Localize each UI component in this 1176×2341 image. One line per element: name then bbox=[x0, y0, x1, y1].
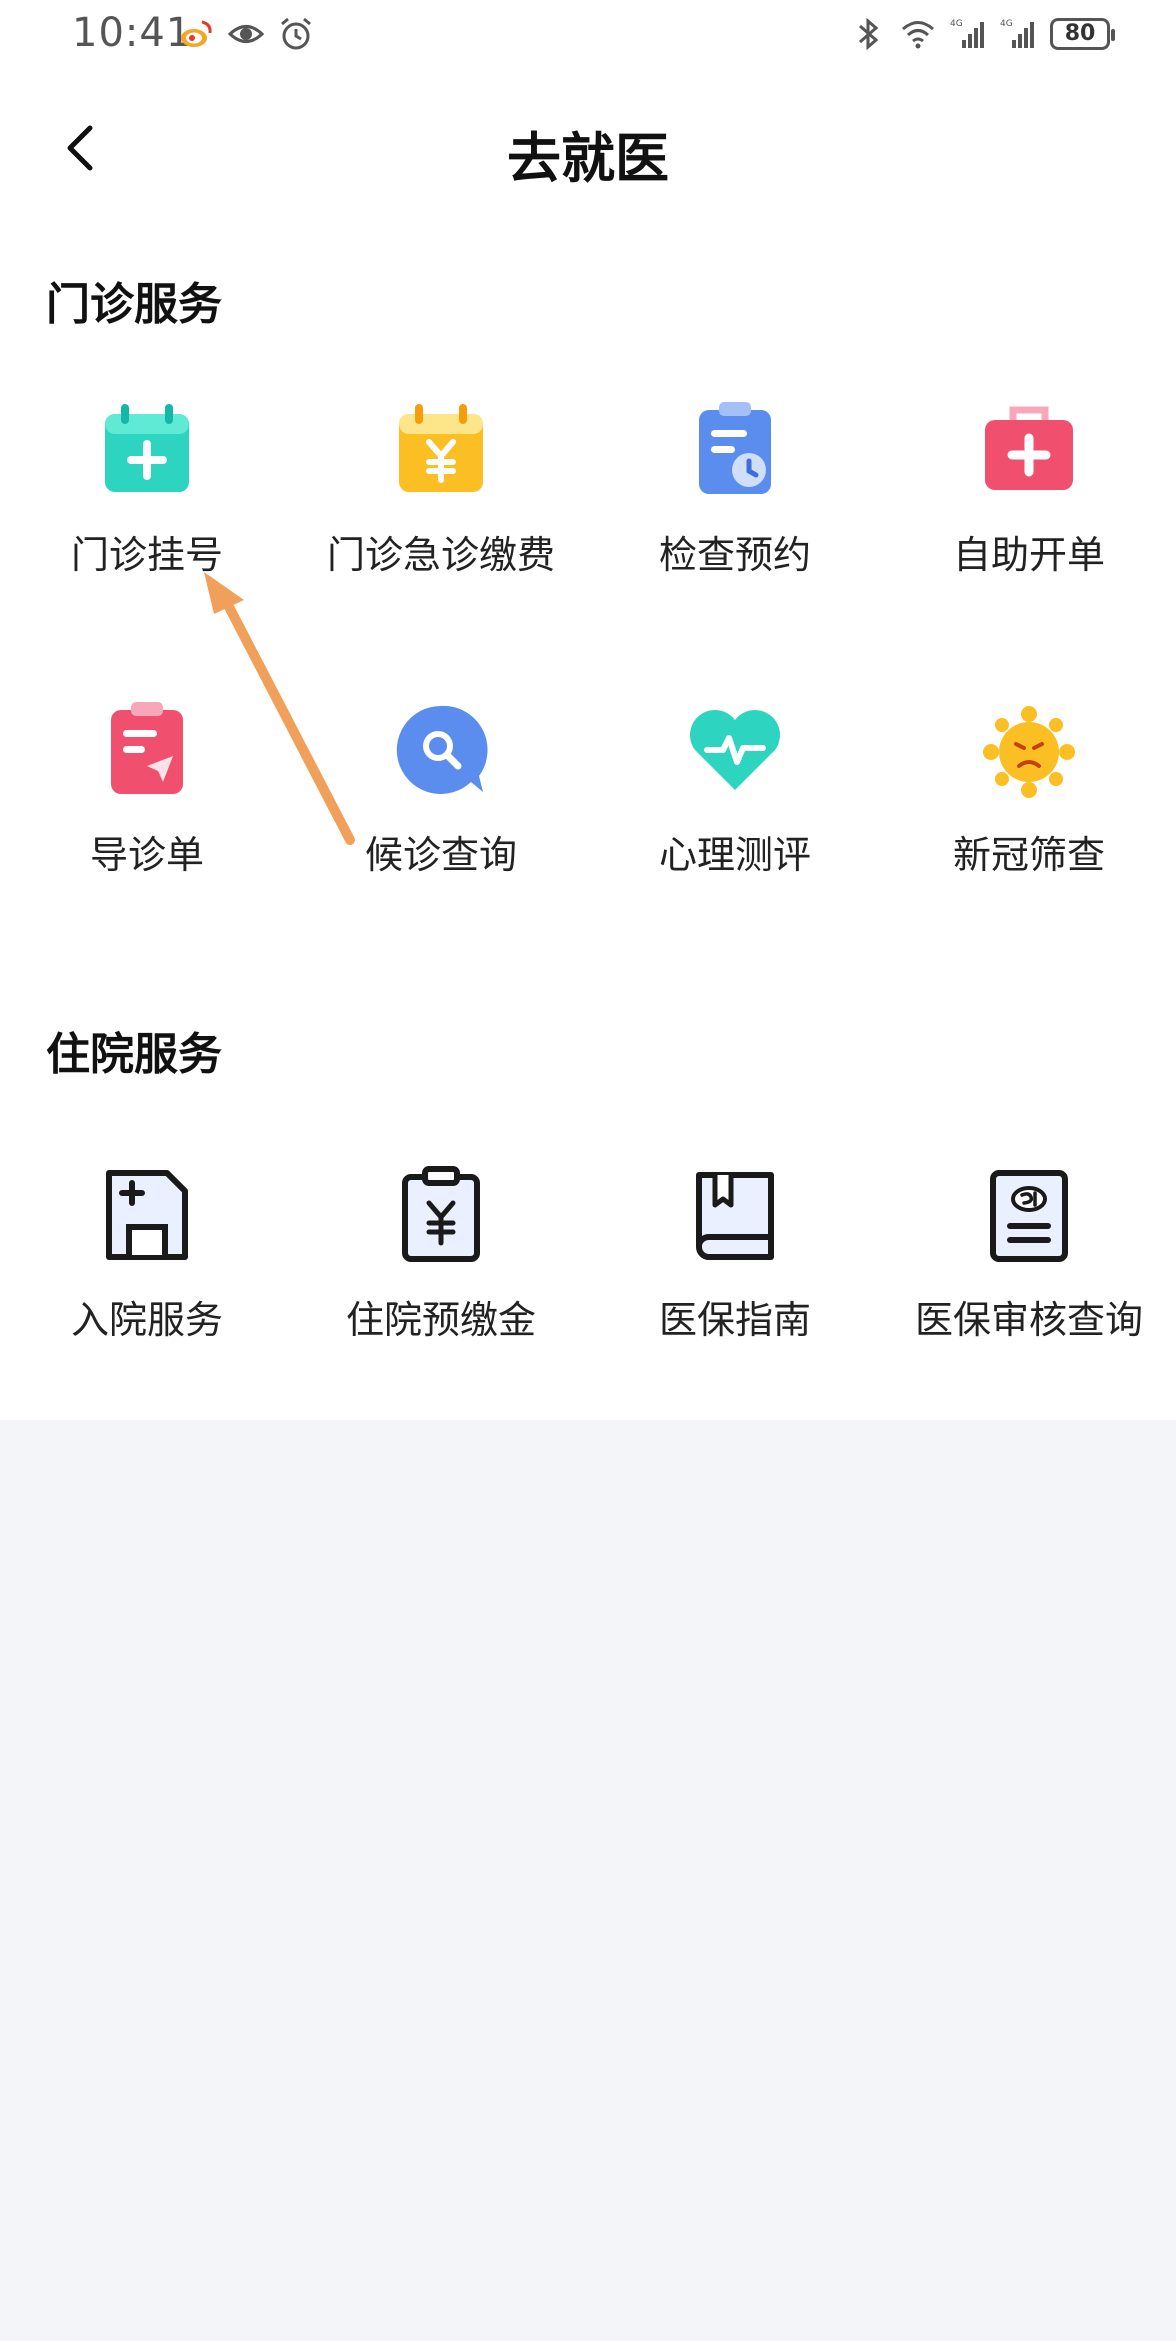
heart-pulse-icon bbox=[690, 710, 780, 790]
signal-4g-icon: 4G bbox=[950, 19, 984, 48]
grid-item-label: 门诊挂号 bbox=[70, 533, 223, 577]
grid-item-self-order[interactable]: 自助开单 bbox=[882, 400, 1176, 579]
grid-item-label: 入院服务 bbox=[70, 1298, 223, 1342]
clipboard-yuan-icon bbox=[402, 1166, 480, 1262]
grid-item-insurance-review[interactable]: 医保审核查询 bbox=[882, 1165, 1176, 1344]
signal-4g-icon: 4G bbox=[1000, 19, 1034, 48]
status-time: 10:41 bbox=[72, 10, 193, 56]
bluetooth-icon bbox=[859, 17, 879, 51]
grid-item-admission[interactable]: 入院服务 bbox=[0, 1165, 294, 1344]
grid-item-covid-screening[interactable]: 新冠筛查 bbox=[882, 700, 1176, 879]
grid-item-label: 住院预缴金 bbox=[345, 1298, 536, 1342]
grid-item-registration[interactable]: 门诊挂号 bbox=[0, 400, 294, 579]
alarm-icon bbox=[281, 17, 311, 50]
calendar-yuan-icon bbox=[399, 404, 483, 492]
clipboard-clock-icon bbox=[699, 402, 771, 494]
grid-item-psych-assessment[interactable]: 心理测评 bbox=[588, 700, 882, 879]
page-title: 去就医 bbox=[507, 127, 669, 190]
grid-item-label: 检查预约 bbox=[658, 533, 811, 577]
eye-icon bbox=[228, 25, 264, 43]
grid-item-waiting-query[interactable]: 候诊查询 bbox=[294, 700, 588, 879]
insurance-card-icon bbox=[990, 1170, 1068, 1262]
clipboard-send-icon bbox=[111, 702, 183, 794]
status-bar: 10:41 4G 4G 80 bbox=[0, 0, 1176, 72]
grid-item-label: 导诊单 bbox=[89, 833, 204, 877]
grid-item-label: 候诊查询 bbox=[364, 833, 517, 877]
grid-item-exam-booking[interactable]: 检查预约 bbox=[588, 400, 882, 579]
calendar-plus-icon bbox=[105, 404, 189, 492]
medical-kit-icon bbox=[985, 406, 1073, 490]
wifi-icon bbox=[902, 21, 934, 49]
guide-book-icon bbox=[696, 1172, 774, 1260]
svg-text:4G: 4G bbox=[1000, 19, 1013, 29]
grid-item-label: 医保审核查询 bbox=[914, 1298, 1143, 1342]
grid-item-insurance-guide[interactable]: 医保指南 bbox=[588, 1165, 882, 1344]
weibo-icon bbox=[181, 20, 212, 47]
grid-item-prepayment[interactable]: 住院预缴金 bbox=[294, 1165, 588, 1344]
grid-item-label: 自助开单 bbox=[952, 533, 1105, 577]
grid-item-guide-sheet[interactable]: 导诊单 bbox=[0, 700, 294, 879]
battery-indicator: 80 bbox=[1050, 18, 1115, 50]
grid-item-label: 医保指南 bbox=[658, 1298, 811, 1342]
svg-text:4G: 4G bbox=[950, 19, 963, 29]
admission-card-icon bbox=[106, 1170, 188, 1260]
header: 去就医 bbox=[0, 100, 1176, 200]
section-title-inpatient: 住院服务 bbox=[46, 1029, 222, 1080]
grid-item-label: 门诊急诊缴费 bbox=[326, 533, 555, 577]
grid-item-label: 心理测评 bbox=[658, 833, 811, 877]
grid-item-emergency-payment[interactable]: 门诊急诊缴费 bbox=[294, 400, 588, 579]
search-bubble-icon bbox=[396, 705, 488, 794]
virus-icon bbox=[983, 706, 1075, 798]
section-title-outpatient: 门诊服务 bbox=[46, 279, 222, 330]
grid-item-label: 新冠筛查 bbox=[952, 833, 1105, 877]
